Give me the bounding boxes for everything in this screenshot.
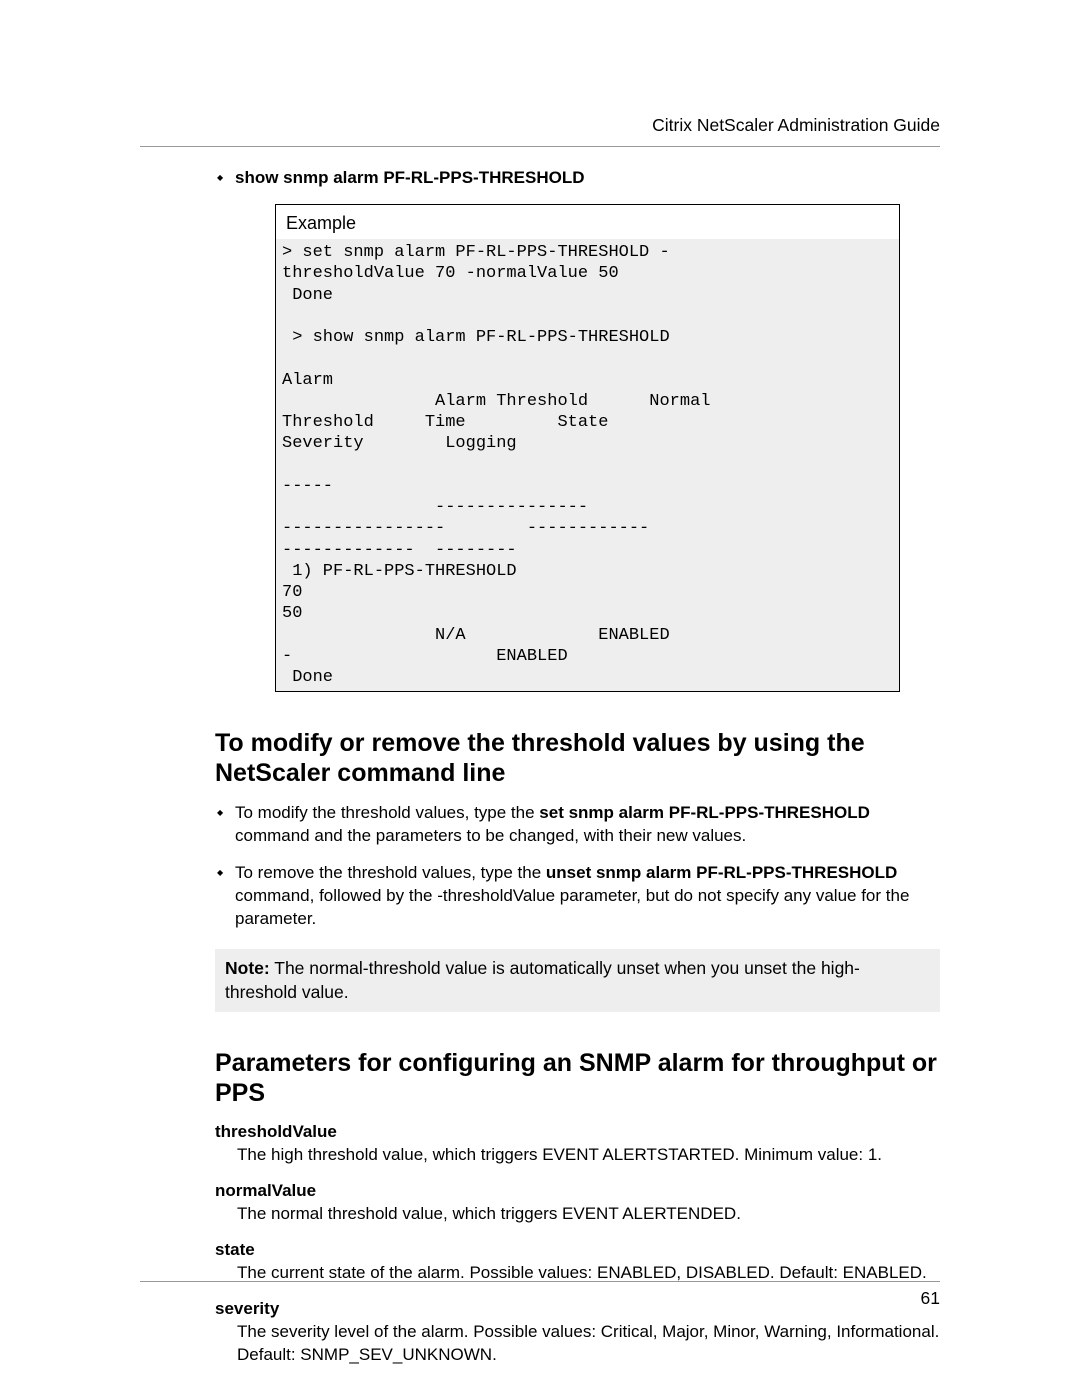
param-term-normalvalue: normalValue [215,1181,940,1201]
header-rule [140,146,940,147]
footer-rule [140,1281,940,1282]
param-term-thresholdvalue: thresholdValue [215,1122,940,1142]
top-bullet-item: show snmp alarm PF-RL-PPS-THRESHOLD Exam… [215,167,940,692]
footer: 61 [140,1281,940,1309]
parameters-list: thresholdValue The high threshold value,… [215,1122,940,1367]
note-label: Note: [225,958,270,978]
page-number: 61 [140,1288,940,1309]
remove-text-pre: To remove the threshold values, type the [235,863,546,882]
remove-text-post: command, followed by the -thresholdValue… [235,886,909,928]
modify-text-pre: To modify the threshold values, type the [235,803,539,822]
top-bullet-command: show snmp alarm PF-RL-PPS-THRESHOLD [235,168,584,187]
param-desc-normalvalue: The normal threshold value, which trigge… [237,1203,940,1226]
example-box: Example > set snmp alarm PF-RL-PPS-THRES… [275,204,900,693]
modify-command: set snmp alarm PF-RL-PPS-THRESHOLD [539,803,870,822]
note-text: The normal-threshold value is automatica… [225,958,860,1002]
content-body: show snmp alarm PF-RL-PPS-THRESHOLD Exam… [215,167,940,1367]
header-title: Citrix NetScaler Administration Guide [140,115,940,136]
param-term-state: state [215,1240,940,1260]
note-box: Note: The normal-threshold value is auto… [215,949,940,1012]
example-label: Example [276,205,899,239]
modify-bullet: To modify the threshold values, type the… [215,802,940,848]
section-modify-remove-heading: To modify or remove the threshold values… [215,728,940,788]
param-desc-thresholdvalue: The high threshold value, which triggers… [237,1144,940,1167]
example-code: > set snmp alarm PF-RL-PPS-THRESHOLD - t… [276,239,899,691]
remove-bullet: To remove the threshold values, type the… [215,862,940,931]
section-parameters-heading: Parameters for configuring an SNMP alarm… [215,1048,940,1108]
modify-text-post: command and the parameters to be changed… [235,826,746,845]
remove-command: unset snmp alarm PF-RL-PPS-THRESHOLD [546,863,897,882]
param-desc-severity: The severity level of the alarm. Possibl… [237,1321,940,1367]
